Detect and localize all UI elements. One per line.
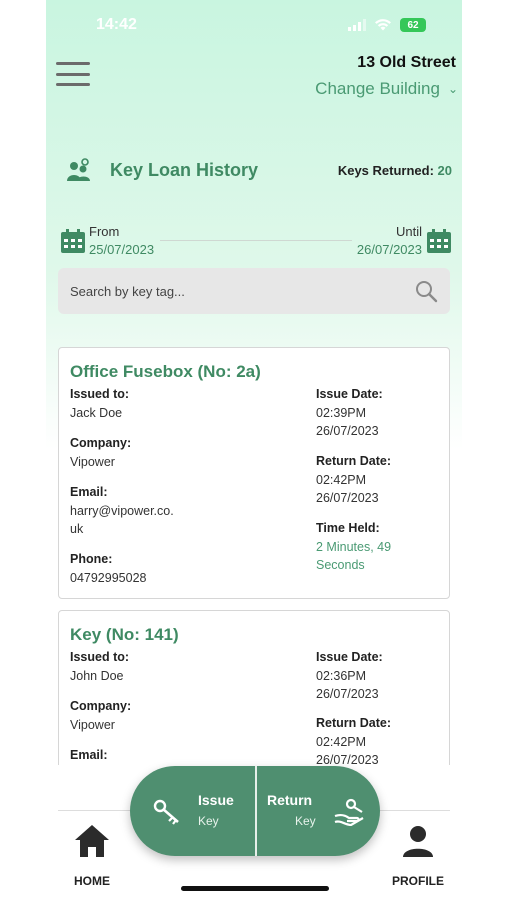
email-label: Email: — [70, 485, 108, 499]
issued-to-value: John Doe — [70, 669, 124, 683]
time-held-value-line1: 2 Minutes, 49 — [316, 540, 392, 554]
return-date-value: 26/07/2023 — [316, 491, 379, 505]
keys-returned: Keys Returned: 20 — [338, 163, 452, 178]
home-icon — [75, 825, 109, 857]
return-time-value: 02:42PM — [316, 735, 367, 749]
change-building-label: Change Building — [315, 79, 440, 98]
email-label: Email: — [70, 748, 108, 762]
home-indicator — [181, 886, 329, 891]
issue-key-button[interactable]: Issue Key — [130, 766, 255, 856]
time-held-label: Time Held: — [316, 521, 380, 535]
wifi-icon — [375, 19, 391, 31]
email-value-line1: harry@vipower.co. — [70, 504, 174, 518]
status-bar: 14:42 62 — [46, 14, 462, 38]
return-time-value: 02:42PM — [316, 473, 367, 487]
return-date-label: Return Date: — [316, 454, 392, 468]
people-key-icon — [67, 158, 90, 181]
signal-icon — [348, 19, 366, 31]
nav-profile[interactable]: PROFILE — [388, 822, 448, 888]
issue-date-label: Issue Date: — [316, 387, 383, 401]
calendar-icon[interactable] — [60, 228, 86, 254]
issue-date-label: Issue Date: — [316, 650, 383, 664]
battery-icon: 62 — [400, 18, 426, 32]
from-label: From — [89, 224, 120, 239]
email-value-line2: uk — [70, 522, 84, 536]
until-label: Until — [395, 224, 422, 239]
issue-return-pill: Issue Key Return Key — [130, 766, 380, 856]
time-held-value-line2: Seconds — [316, 558, 365, 572]
loan-key-title: Key (No: 141) — [70, 625, 179, 644]
key-return-icon — [334, 798, 364, 826]
change-building-dropdown[interactable]: Change Building ⌄ — [315, 79, 458, 99]
app-screen: 14:42 62 13 Old Street Change Building ⌄ — [46, 0, 462, 900]
date-range: From 25/07/2023 Until 26/07/2023 — [60, 222, 452, 262]
profile-icon — [403, 826, 433, 857]
issue-date-value: 26/07/2023 — [316, 424, 379, 438]
chevron-down-icon: ⌄ — [447, 82, 458, 96]
company-label: Company: — [70, 699, 132, 713]
nav-profile-label: PROFILE — [391, 874, 444, 888]
keys-returned-label: Keys Returned: — [337, 162, 434, 178]
until-date[interactable]: 26/07/2023 — [357, 242, 422, 257]
date-range-divider — [160, 240, 352, 241]
return-date-label: Return Date: — [316, 716, 392, 730]
phone-value: 04792995028 — [70, 571, 147, 585]
nav-home[interactable]: HOME — [66, 822, 118, 888]
return-label: Return — [267, 792, 313, 808]
from-date[interactable]: 25/07/2023 — [89, 242, 154, 257]
search-placeholder: Search by key tag... — [70, 283, 185, 299]
loan-card[interactable]: Office Fusebox (No: 2a) Issued to: Jack … — [58, 347, 450, 599]
building-name: 13 Old Street — [357, 54, 456, 71]
company-value: Vipower — [70, 718, 115, 732]
issued-to-label: Issued to: — [70, 650, 130, 664]
issue-sub-label: Key — [198, 814, 219, 828]
issue-label: Issue — [198, 792, 234, 808]
issue-date-value: 26/07/2023 — [316, 687, 379, 701]
return-key-button[interactable]: Return Key — [257, 766, 380, 856]
calendar-icon[interactable] — [426, 228, 452, 254]
issued-to-label: Issued to: — [70, 387, 130, 401]
key-issue-icon — [153, 799, 179, 825]
nav-home-label: HOME — [74, 874, 110, 888]
title-row: Key Loan History Keys Returned: 20 — [66, 155, 452, 185]
status-icons: 62 — [348, 18, 426, 32]
search-input[interactable]: Search by key tag... — [58, 268, 450, 314]
company-label: Company: — [70, 436, 132, 450]
loan-key-title: Office Fusebox (No: 2a) — [70, 362, 261, 381]
keys-returned-count: 20 — [437, 162, 452, 178]
page-title: Key Loan History — [110, 159, 259, 180]
company-value: Vipower — [70, 455, 115, 469]
issue-time-value: 02:39PM — [316, 406, 367, 420]
menu-icon[interactable] — [56, 62, 90, 86]
return-sub-label: Key — [295, 814, 316, 828]
search-icon[interactable] — [414, 279, 438, 303]
issue-time-value: 02:36PM — [316, 669, 367, 683]
status-time: 14:42 — [96, 16, 137, 33]
issued-to-value: Jack Doe — [70, 406, 123, 420]
phone-label: Phone: — [70, 552, 113, 566]
